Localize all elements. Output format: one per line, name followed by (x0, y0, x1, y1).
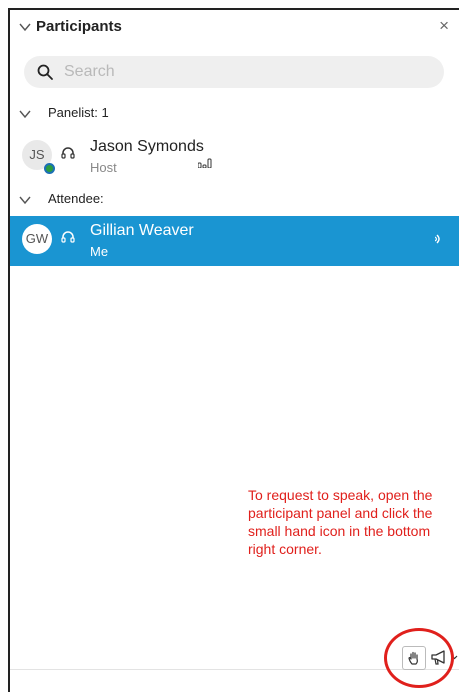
avatar: GW (22, 224, 52, 254)
headset-icon (61, 147, 75, 159)
headset-icon (61, 231, 75, 243)
participant-role: Me (90, 244, 109, 259)
chevron-down-icon[interactable] (18, 20, 32, 34)
participant-row[interactable]: JS Jason Symonds Host (10, 132, 459, 182)
panelist-section-header[interactable]: Panelist: 1 (10, 102, 459, 126)
instruction-annotation: To request to speak, open the participan… (248, 487, 433, 557)
presence-status-icon (44, 163, 55, 174)
speaking-icon (435, 234, 440, 244)
participant-role: Host (90, 160, 117, 175)
search-icon (37, 64, 53, 80)
participants-panel: Participants × Search Panelist: 1 JS Jas… (8, 8, 459, 692)
search-input[interactable]: Search (24, 56, 444, 88)
panelist-section-label: Panelist: 1 (48, 105, 109, 120)
chevron-down-icon[interactable] (18, 107, 32, 121)
chevron-down-icon[interactable] (18, 193, 32, 207)
participant-name: Gillian Weaver (90, 222, 194, 239)
panel-header: Participants × (10, 10, 459, 50)
panel-title: Participants (36, 18, 122, 35)
search-placeholder: Search (64, 63, 115, 80)
audio-level-icon (198, 158, 212, 168)
attendee-section-header[interactable]: Attendee: (10, 188, 459, 212)
participant-name: Jason Symonds (90, 138, 204, 155)
participant-row[interactable]: GW Gillian Weaver Me (10, 216, 459, 266)
close-icon[interactable]: × (439, 16, 449, 36)
attendee-section-label: Attendee: (48, 191, 104, 206)
highlight-circle (384, 628, 454, 688)
